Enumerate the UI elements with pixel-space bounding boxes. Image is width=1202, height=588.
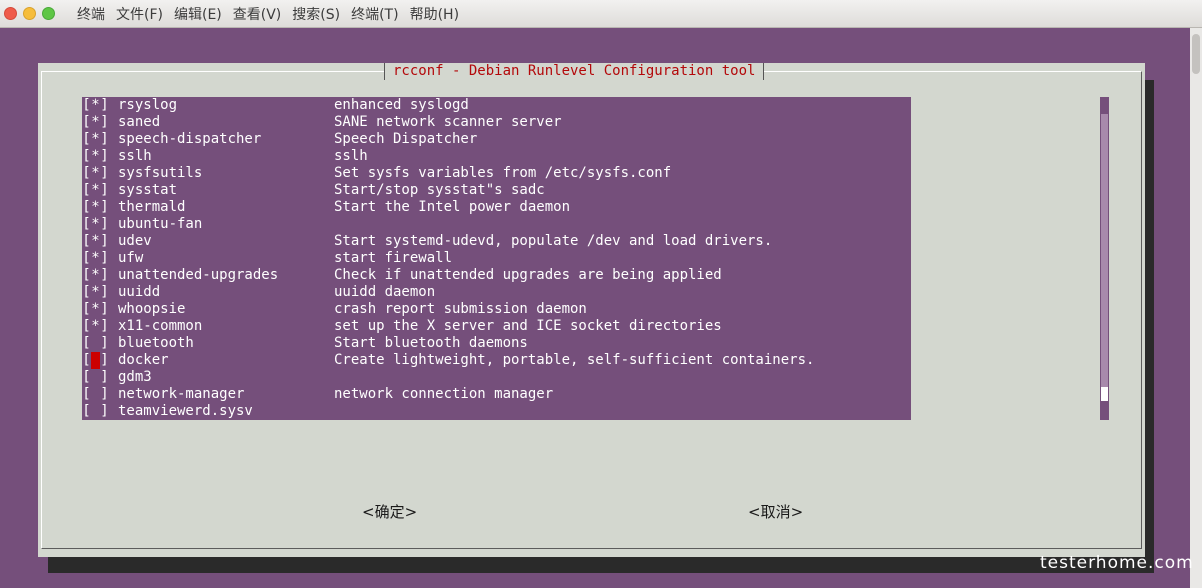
cancel-button[interactable]: <取消> bbox=[748, 501, 803, 522]
service-row[interactable]: [ ] gdm3 bbox=[82, 369, 911, 386]
maximize-window-button[interactable] bbox=[42, 7, 55, 20]
service-name: ufw bbox=[118, 250, 144, 266]
service-checkbox[interactable]: [*] bbox=[82, 250, 112, 267]
service-description: Start/stop sysstat"s sadc bbox=[334, 182, 545, 198]
service-name: x11-common bbox=[118, 318, 203, 334]
service-description: enhanced syslogd bbox=[334, 97, 469, 113]
service-checkbox[interactable]: [*] bbox=[82, 301, 112, 318]
service-checkbox[interactable]: [ ] bbox=[82, 386, 112, 403]
service-row[interactable]: [ ] bluetooth Start bluetooth daemons bbox=[82, 335, 911, 352]
service-description: Start the Intel power daemon bbox=[334, 199, 571, 215]
service-checkbox[interactable]: [*] bbox=[82, 182, 112, 199]
window-titlebar: 终端 文件(F) 编辑(E) 查看(V) 搜索(S) 终端(T) 帮助(H) bbox=[0, 0, 1202, 28]
service-name: uuidd bbox=[118, 284, 161, 300]
terminal-scrollbar[interactable] bbox=[1190, 28, 1202, 588]
service-name: sysfsutils bbox=[118, 165, 203, 181]
service-name: ubuntu-fan bbox=[118, 216, 203, 232]
service-row[interactable]: [ ] network-manager network connection man… bbox=[82, 386, 911, 403]
list-scrollbar-thumb[interactable] bbox=[1101, 387, 1108, 401]
service-row[interactable]: [ ] docker Create lightweight, portable, s… bbox=[82, 352, 911, 369]
service-description: network connection manager bbox=[334, 386, 554, 402]
service-name: speech-dispatcher bbox=[118, 131, 262, 147]
service-description: Check if unattended upgrades are being a… bbox=[334, 267, 722, 283]
menu-item-0[interactable]: 终端 bbox=[77, 4, 105, 24]
service-name: bluetooth bbox=[118, 335, 194, 351]
service-name: saned bbox=[118, 114, 161, 130]
service-row[interactable]: [*] speech-dispatcher Speech Dispatcher bbox=[82, 131, 911, 148]
service-name: thermald bbox=[118, 199, 186, 215]
service-row[interactable]: [*] thermald Start the Intel power daemon bbox=[82, 199, 911, 216]
service-description: Set sysfs variables from /etc/sysfs.conf bbox=[334, 165, 672, 181]
menu-item-5[interactable]: 终端(T) bbox=[351, 4, 398, 24]
service-row[interactable]: [*] saned SANE network scanner server bbox=[82, 114, 911, 131]
service-row[interactable]: [*] sslh sslh bbox=[82, 148, 911, 165]
service-row[interactable]: [*] x11-common set up the X server and ICE… bbox=[82, 318, 911, 335]
service-description: uuidd daemon bbox=[334, 284, 436, 300]
rcconf-dialog: rcconf - Debian Runlevel Configuration t… bbox=[38, 63, 1145, 557]
service-name: sslh bbox=[118, 148, 152, 164]
service-name: network-manager bbox=[118, 386, 245, 402]
service-row[interactable]: [*] sysfsutils Set sysfs variables from /e… bbox=[82, 165, 911, 182]
service-row[interactable]: [*] sysstat Start/stop sysstat"s sadc bbox=[82, 182, 911, 199]
dialog-title: rcconf - Debian Runlevel Configuration t… bbox=[384, 63, 765, 80]
service-checkbox[interactable]: [*] bbox=[82, 148, 112, 165]
service-description: Speech Dispatcher bbox=[334, 131, 478, 147]
service-row[interactable]: [*] unattended-upgrades Check if unattende… bbox=[82, 267, 911, 284]
service-checkbox[interactable]: [*] bbox=[82, 216, 112, 233]
service-row[interactable]: [*] whoopsie crash report submission daemo… bbox=[82, 301, 911, 318]
service-description: Create lightweight, portable, self-suffi… bbox=[334, 352, 815, 368]
service-name: docker bbox=[118, 352, 169, 368]
service-row[interactable]: [*] rsyslog enhanced syslogd bbox=[82, 97, 911, 114]
service-row[interactable]: [*] uuidd uuidd daemon bbox=[82, 284, 911, 301]
service-checkbox[interactable]: [ ] bbox=[82, 335, 112, 352]
terminal-scrollbar-thumb[interactable] bbox=[1192, 34, 1200, 74]
service-checkbox[interactable]: [*] bbox=[82, 97, 112, 114]
service-checkbox[interactable]: [ ] bbox=[82, 369, 112, 386]
list-scrollbar-track[interactable] bbox=[1101, 114, 1108, 387]
service-row[interactable]: [*] ubuntu-fan bbox=[82, 216, 911, 233]
menu-item-4[interactable]: 搜索(S) bbox=[292, 4, 340, 24]
service-description: set up the X server and ICE socket direc… bbox=[334, 318, 722, 334]
service-checkbox[interactable]: [ ] bbox=[82, 403, 112, 420]
service-checkbox[interactable]: [*] bbox=[82, 114, 112, 131]
watermark: testerhome.com bbox=[1040, 553, 1194, 573]
service-name: udev bbox=[118, 233, 152, 249]
service-list: [*] rsyslog enhanced syslogd [*] saned SANE n… bbox=[82, 97, 911, 420]
service-row[interactable]: [*] ufw start firewall bbox=[82, 250, 911, 267]
service-name: teamviewerd.sysv bbox=[118, 403, 253, 419]
service-checkbox[interactable]: [*] bbox=[82, 284, 112, 301]
service-checkbox[interactable]: [ ] bbox=[82, 352, 112, 369]
service-checkbox[interactable]: [*] bbox=[82, 199, 112, 216]
service-checkbox[interactable]: [*] bbox=[82, 165, 112, 182]
service-checkbox[interactable]: [*] bbox=[82, 233, 112, 250]
ok-button[interactable]: <确定> bbox=[362, 501, 417, 522]
service-name: unattended-upgrades bbox=[118, 267, 279, 283]
service-name: rsyslog bbox=[118, 97, 178, 113]
menu-item-1[interactable]: 文件(F) bbox=[116, 4, 163, 24]
service-checkbox[interactable]: [*] bbox=[82, 318, 112, 335]
service-description: start firewall bbox=[334, 250, 453, 266]
menu-item-3[interactable]: 查看(V) bbox=[233, 4, 282, 24]
menu-bar: 终端 文件(F) 编辑(E) 查看(V) 搜索(S) 终端(T) 帮助(H) bbox=[77, 4, 470, 24]
minimize-window-button[interactable] bbox=[23, 7, 36, 20]
service-description: crash report submission daemon bbox=[334, 301, 587, 317]
service-name: gdm3 bbox=[118, 369, 152, 385]
service-description: Start systemd-udevd, populate /dev and l… bbox=[334, 233, 773, 249]
menu-item-2[interactable]: 编辑(E) bbox=[174, 4, 222, 24]
service-name: sysstat bbox=[118, 182, 178, 198]
list-scrollbar[interactable] bbox=[1100, 97, 1109, 420]
close-window-button[interactable] bbox=[4, 7, 17, 20]
service-row[interactable]: [ ] teamviewerd.sysv bbox=[82, 403, 911, 420]
service-checkbox[interactable]: [*] bbox=[82, 267, 112, 284]
menu-item-6[interactable]: 帮助(H) bbox=[410, 4, 459, 24]
service-description: SANE network scanner server bbox=[334, 114, 562, 130]
service-description: sslh bbox=[334, 148, 368, 164]
service-row[interactable]: [*] udev Start systemd-udevd, populate /de… bbox=[82, 233, 911, 250]
service-name: whoopsie bbox=[118, 301, 186, 317]
service-checkbox[interactable]: [*] bbox=[82, 131, 112, 148]
service-description: Start bluetooth daemons bbox=[334, 335, 528, 351]
